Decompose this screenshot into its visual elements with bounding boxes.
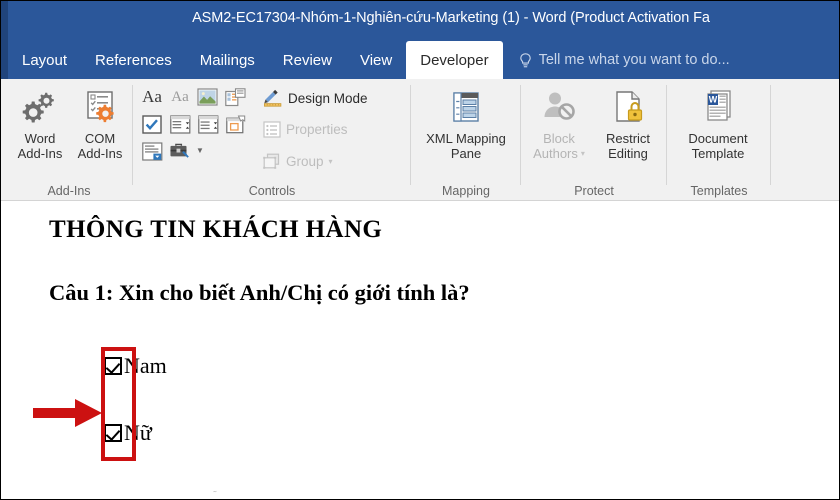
document-template-icon: W <box>675 87 761 129</box>
combo-box-content-control-icon[interactable] <box>169 114 191 134</box>
tab-view-label: View <box>359 51 393 69</box>
com-add-ins-label-line1: COM <box>84 131 116 146</box>
ribbon-group-templates: W Document Template Templates <box>667 79 771 200</box>
document-template-label-line1: Document <box>688 131 748 146</box>
xml-mapping-pane-label-line1: XML Mapping <box>426 131 506 146</box>
group-button: Group ▾ <box>263 153 333 170</box>
word-add-ins-button[interactable]: Word Add-Ins <box>9 87 71 161</box>
properties-icon <box>263 121 281 138</box>
tab-developer[interactable]: Developer <box>406 41 503 79</box>
option-nu[interactable]: Nữ <box>104 420 152 446</box>
ribbon: Word Add-Ins COM Add-Ins Add-Ins Aa Aa ▼… <box>1 79 839 201</box>
option-nam-label: Nam <box>124 353 167 378</box>
legacy-tools-icon[interactable] <box>169 141 191 161</box>
tab-mailings-label: Mailings <box>199 51 255 69</box>
picture-content-control-icon[interactable] <box>196 87 218 107</box>
group-icon <box>263 153 281 170</box>
restrict-editing-button[interactable]: Restrict Editing <box>595 87 661 161</box>
block-authors-button: Block Authors ▾ <box>525 87 593 161</box>
group-label: Group <box>286 154 324 169</box>
tab-strip-left-accent <box>1 41 8 79</box>
tell-me-label: Tell me what you want to do... <box>538 52 730 68</box>
tab-references-label: References <box>95 51 172 69</box>
checkbox-checked-icon[interactable] <box>104 424 122 442</box>
group-label-protect: Protect <box>574 184 614 198</box>
group-caret-icon: ▾ <box>328 156 333 166</box>
document-template-label-line2: Template <box>691 146 745 161</box>
ribbon-tabs: Layout References Mailings Review View D… <box>8 41 740 79</box>
com-addins-icon <box>69 87 131 129</box>
tab-review-label: Review <box>282 51 332 69</box>
ribbon-group-controls: Aa Aa ▼ Design Mode Properties Group ▾ C… <box>133 79 411 200</box>
option-nu-label: Nữ <box>124 420 152 445</box>
document-question: Câu 1: Xin cho biết Anh/Chị có giới tính… <box>49 280 470 305</box>
tab-review[interactable]: Review <box>269 41 346 79</box>
block-authors-label-line2: Authors <box>533 146 578 161</box>
group-label-templates: Templates <box>690 184 748 198</box>
group-label-add-ins: Add-Ins <box>47 184 91 198</box>
block-authors-icon <box>525 87 593 129</box>
restrict-editing-icon <box>595 87 661 129</box>
restrict-editing-label-line1: Restrict <box>605 131 651 146</box>
block-authors-caret-icon: ▾ <box>580 148 585 158</box>
check-box-content-control-icon[interactable] <box>141 114 163 134</box>
group-label-mapping: Mapping <box>442 184 490 198</box>
com-add-ins-button[interactable]: COM Add-Ins <box>69 87 131 161</box>
xml-mapping-pane-label-line2: Pane <box>450 146 482 161</box>
tab-view[interactable]: View <box>346 41 406 79</box>
legacy-tools-dropdown-caret-icon[interactable]: ▼ <box>195 141 205 161</box>
design-mode-label: Design Mode <box>288 90 368 106</box>
building-block-gallery-content-control-icon[interactable] <box>224 87 246 107</box>
svg-text:W: W <box>709 95 718 105</box>
plain-text-glyph: Aa <box>171 88 189 105</box>
tab-mailings[interactable]: Mailings <box>186 41 269 79</box>
rich-text-glyph: Aa <box>142 87 162 106</box>
plain-text-content-control-icon[interactable]: Aa <box>169 87 191 107</box>
ribbon-group-mapping: XML Mapping Pane Mapping <box>411 79 521 200</box>
ribbon-group-add-ins: Word Add-Ins COM Add-Ins Add-Ins <box>5 79 133 200</box>
lightbulb-icon <box>519 52 532 68</box>
group-label-controls: Controls <box>248 184 296 198</box>
properties-button: Properties <box>263 121 348 138</box>
block-authors-label-line1: Block <box>543 131 575 146</box>
repeating-section-content-control-icon[interactable] <box>141 141 163 161</box>
word-window: ASM2-EC17304-Nhóm-1-Nghiên-cứu-Marketing… <box>0 0 840 500</box>
document-template-button[interactable]: W Document Template <box>675 87 761 161</box>
word-add-ins-label-line2: Add-Ins <box>17 146 63 161</box>
tab-layout-label: Layout <box>22 51 68 69</box>
title-bar: ASM2-EC17304-Nhóm-1-Nghiên-cứu-Marketing… <box>1 1 839 41</box>
design-mode-button[interactable]: Design Mode <box>263 89 368 107</box>
com-add-ins-label-line2: Add-Ins <box>77 146 123 161</box>
checkbox-checked-icon[interactable] <box>104 357 122 375</box>
window-title: ASM2-EC17304-Nhóm-1-Nghiên-cứu-Marketing… <box>192 10 710 26</box>
xml-mapping-pane-button[interactable]: XML Mapping Pane <box>421 87 511 161</box>
next-question-partial-text: ˜ <box>213 489 217 499</box>
tab-references[interactable]: References <box>81 41 186 79</box>
ribbon-group-protect: Block Authors ▾ Restrict Editing Protect <box>521 79 667 200</box>
right-arrow-annotation <box>33 397 105 434</box>
tab-layout[interactable]: Layout <box>8 41 81 79</box>
word-add-ins-label-line1: Word <box>24 131 56 146</box>
tab-developer-label: Developer <box>420 51 489 69</box>
document-heading: THÔNG TIN KHÁCH HÀNG <box>49 216 383 243</box>
tell-me-search[interactable]: Tell me what you want to do... <box>503 41 740 79</box>
xml-mapping-pane-icon <box>421 87 511 129</box>
restrict-editing-label-line2: Editing <box>608 146 648 161</box>
drop-down-list-content-control-icon[interactable] <box>197 114 219 134</box>
gears-icon <box>9 87 71 129</box>
group-separator-templates <box>770 85 771 185</box>
document-canvas[interactable]: THÔNG TIN KHÁCH HÀNG Câu 1: Xin cho biết… <box>1 201 839 499</box>
caret-glyph: ▼ <box>196 146 204 155</box>
option-nam[interactable]: Nam <box>104 353 167 379</box>
properties-label: Properties <box>286 122 348 137</box>
ribbon-tab-strip: Layout References Mailings Review View D… <box>1 41 839 79</box>
date-picker-content-control-icon[interactable] <box>225 114 247 134</box>
rich-text-content-control-icon[interactable]: Aa <box>141 87 163 107</box>
design-mode-icon <box>263 89 283 107</box>
